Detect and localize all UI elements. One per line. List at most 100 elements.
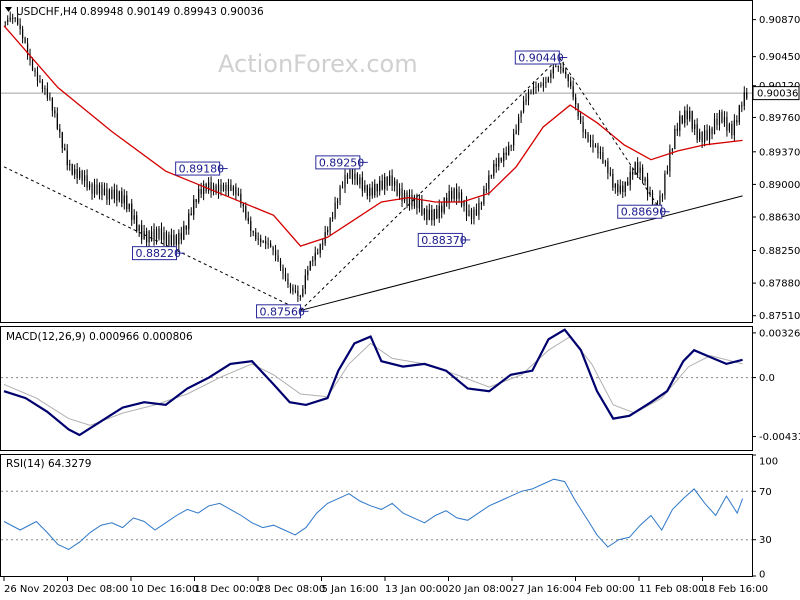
candle-body — [54, 110, 56, 114]
candle-body — [150, 231, 153, 241]
candle-body — [485, 189, 487, 191]
candle-body — [540, 84, 542, 86]
annotation-text: 0.88220 — [136, 247, 182, 260]
annotation-text: 0.90440 — [518, 52, 564, 65]
candle-body — [103, 188, 106, 196]
candle-body — [679, 115, 681, 131]
candle-body — [272, 247, 274, 251]
candle-body — [282, 266, 284, 274]
candle-body — [721, 112, 723, 123]
candle-body — [270, 243, 272, 248]
candle-body — [597, 145, 599, 154]
candle-body — [642, 167, 644, 182]
candle-body — [644, 178, 646, 182]
candle-body — [612, 173, 614, 188]
rsi-panel — [0, 454, 753, 577]
candle-body — [245, 206, 247, 218]
candle-body — [701, 132, 703, 143]
time-axis-label: 4 Feb 00:00 — [576, 584, 635, 595]
price-annotation: 0.90440 — [514, 50, 568, 65]
candle-body — [490, 175, 492, 177]
candle-body — [396, 180, 398, 196]
candle-body — [428, 209, 430, 220]
candle-body — [609, 173, 611, 175]
candle-body — [684, 110, 686, 124]
candle-body — [39, 80, 41, 82]
candle-body — [7, 19, 9, 22]
candle-body — [557, 65, 559, 68]
candle-body — [356, 173, 358, 185]
candle-body — [465, 201, 468, 217]
candle-body — [408, 194, 411, 205]
candle-body — [334, 202, 336, 218]
time-axis-label: 18 Feb 16:00 — [703, 584, 769, 595]
candle-body — [589, 140, 592, 142]
candle-body — [599, 152, 602, 154]
candle-body — [473, 209, 475, 219]
candle-body — [617, 183, 619, 193]
candle-body — [24, 38, 26, 44]
candle-body — [88, 184, 91, 188]
candle-body — [133, 215, 135, 220]
candle-body — [403, 192, 406, 202]
candle-body — [190, 213, 192, 216]
candle-body — [426, 209, 428, 220]
macd-axis-label: 0.003269 — [759, 328, 800, 339]
time-axis-label: 5 Jan 16:00 — [322, 584, 379, 595]
candle-body — [160, 228, 163, 240]
rsi-title: RSI(14) 64.3279 — [6, 458, 91, 470]
candle-body — [582, 121, 584, 133]
candle-body — [520, 111, 522, 118]
candle-body — [470, 210, 473, 219]
candle-body — [351, 169, 354, 180]
candle-body — [592, 140, 594, 148]
candle-body — [267, 243, 269, 245]
candle-body — [433, 209, 435, 221]
price-axis-label: 0.88250 — [759, 246, 800, 257]
price-axis-label: 0.87880 — [759, 279, 800, 290]
candle-body — [165, 232, 168, 245]
candle-body — [12, 17, 14, 19]
candle-body — [627, 181, 629, 185]
watermark: ActionForex.com — [218, 50, 418, 78]
candle-body — [185, 225, 187, 230]
candle-body — [624, 181, 626, 193]
candle-body — [175, 235, 177, 245]
price-annotation: 0.88370 — [417, 232, 471, 247]
candle-body — [163, 232, 165, 240]
candle-body — [500, 157, 502, 162]
candle-body — [93, 184, 96, 194]
candle-body — [463, 201, 465, 206]
candle-body — [344, 175, 346, 188]
candle-body — [681, 115, 683, 124]
candle-body — [76, 169, 78, 178]
candle-body — [106, 188, 108, 200]
candle-body — [126, 195, 128, 210]
candle-body — [406, 192, 408, 205]
candle-body — [458, 192, 460, 199]
candle-body — [339, 186, 341, 201]
rsi-axis-label: 30 — [759, 535, 772, 546]
chart-header: USDCHF,H4 0.89948 0.90149 0.89943 0.9003… — [5, 6, 264, 18]
candle-body — [232, 186, 234, 191]
candle-body — [22, 29, 24, 39]
time-axis-label: 18 Dec 00:00 — [195, 584, 262, 595]
candle-body — [637, 162, 639, 173]
candle-body — [155, 229, 158, 239]
candle-body — [394, 180, 396, 186]
candle-body — [203, 183, 205, 195]
candle-body — [460, 192, 463, 206]
candle-body — [200, 188, 202, 195]
candle-body — [34, 70, 36, 73]
candle-body — [743, 92, 745, 107]
annotation-text: 0.89250 — [319, 156, 365, 169]
candle-body — [686, 110, 688, 120]
candle-body — [716, 118, 718, 125]
candle-body — [69, 164, 71, 166]
candle-body — [741, 105, 743, 107]
candle-body — [691, 110, 693, 129]
candle-body — [733, 120, 735, 136]
candle-body — [532, 86, 535, 92]
candle-body — [619, 185, 621, 193]
candle-body — [572, 86, 574, 98]
